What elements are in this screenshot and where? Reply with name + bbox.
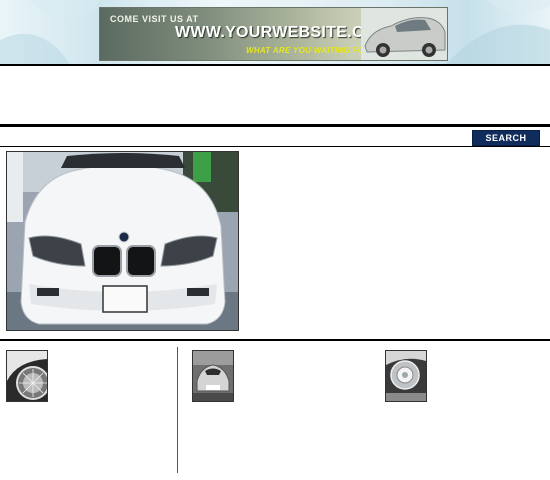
nav-bottom-rule (0, 146, 550, 147)
search-button[interactable]: SEARCH (472, 130, 540, 146)
section-divider (0, 339, 550, 341)
banner-url: WWW.YOURWEBSITE.COM (175, 24, 391, 41)
wire-wheel-photo (7, 351, 47, 401)
banner-tagline: WHAT ARE YOU WAITING FOR? (246, 46, 376, 55)
thumbnail-3[interactable] (385, 350, 427, 402)
header-band: COME VISIT US AT WWW.YOURWEBSITE.COM WHA… (0, 0, 550, 64)
banner-line1: COME VISIT US AT (110, 14, 199, 24)
featured-car-image[interactable] (6, 151, 239, 331)
banner-car-image (361, 8, 447, 60)
headlight-photo (386, 351, 426, 401)
nav-top-rule (0, 124, 550, 127)
bmw-z3-photo (7, 152, 238, 330)
header-left-decoration (0, 0, 100, 64)
lamborghini-photo (193, 351, 233, 401)
column-divider (177, 347, 178, 473)
advertisement-banner[interactable]: COME VISIT US AT WWW.YOURWEBSITE.COM WHA… (99, 7, 448, 61)
header-divider (0, 64, 550, 66)
header-right-decoration (446, 0, 550, 64)
thumbnail-2[interactable] (192, 350, 234, 402)
thumbnail-1[interactable] (6, 350, 48, 402)
